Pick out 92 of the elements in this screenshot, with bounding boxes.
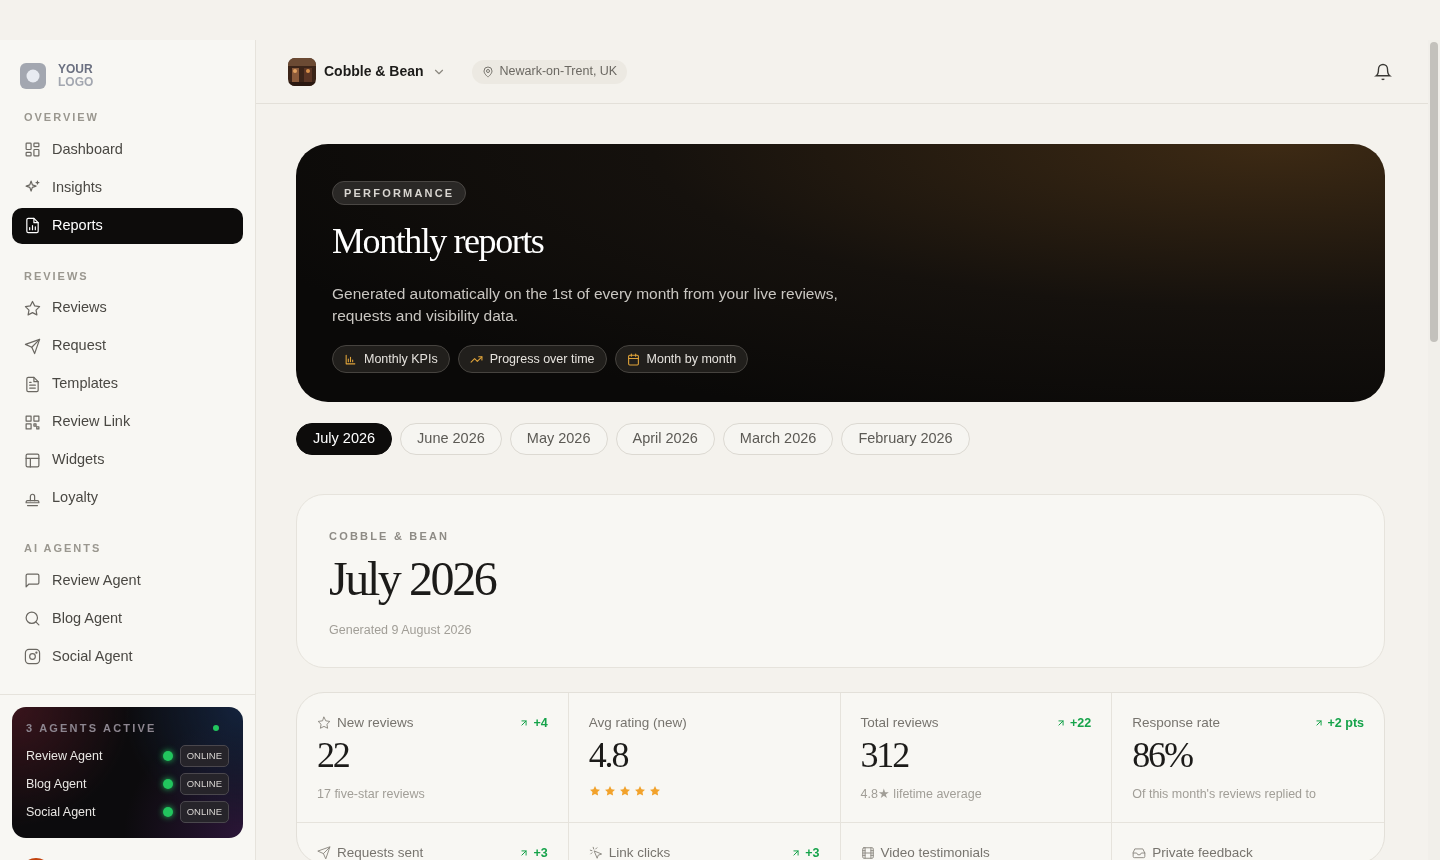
location-text: Newark-on-Trent, UK	[499, 63, 618, 81]
kpi-label: Video testimonials	[880, 843, 990, 860]
agent-name: Review Agent	[26, 747, 103, 765]
arrow-up-right-icon	[1313, 718, 1324, 728]
star-icon	[618, 785, 631, 797]
arrow-up-right-icon	[519, 718, 530, 728]
month-tab[interactable]: June 2026	[400, 423, 502, 455]
nav-item[interactable]: Reviews	[12, 290, 243, 326]
kpi-delta: +2 pts	[1313, 713, 1364, 733]
logo-text: YOUR	[58, 63, 94, 76]
feature-chip: Monthly KPIs	[332, 345, 450, 374]
star-icon	[633, 785, 646, 797]
report-icon	[24, 217, 41, 234]
agent-name: Social Agent	[26, 803, 96, 821]
logo-text: LOGO	[58, 76, 94, 89]
hero-description: Generated automatically on the 1st of every month from your live reviews, requests and visibility data.	[332, 284, 839, 327]
nav-item[interactable]: Review Agent	[12, 562, 243, 599]
nav-item[interactable]: Loyalty	[12, 480, 243, 516]
kpi-delta: +3	[519, 843, 548, 860]
nav-item[interactable]: Review Link	[12, 404, 243, 440]
generated-date: Generated 9 August 2026	[329, 621, 473, 639]
report-business: COBBLE & BEAN	[329, 529, 451, 544]
kpi-label: Private feedback	[1152, 843, 1253, 860]
kpi-delta: +22	[1056, 713, 1092, 733]
star-icon	[24, 299, 41, 317]
pointer-icon	[588, 846, 603, 860]
kpi-value: 86%	[1132, 735, 1194, 775]
category-badge: PERFORMANCE	[332, 181, 467, 206]
kpi-value: 4.8	[588, 735, 629, 775]
star-icon	[588, 785, 601, 797]
film-icon	[860, 846, 875, 860]
nav-item[interactable]: Reports	[12, 207, 243, 244]
nav-item[interactable]: Dashboard	[12, 131, 243, 168]
calendar-icon	[626, 352, 640, 366]
widgets-icon	[24, 451, 41, 469]
month-tab[interactable]: February 2026	[841, 423, 970, 455]
send-icon	[24, 337, 41, 355]
feature-chip: Progress over time	[457, 345, 607, 374]
kpi-delta: +3	[791, 843, 820, 860]
hero-title: Monthly reports	[332, 220, 545, 264]
feature-chip: Month by month	[614, 345, 749, 374]
star-icon	[317, 716, 331, 730]
document-icon	[24, 375, 41, 393]
kpi-value: 312	[860, 735, 910, 775]
month-tab[interactable]: May 2026	[509, 423, 608, 455]
kpi-label: New reviews	[337, 713, 414, 732]
kpi-label: Avg rating (new)	[588, 713, 687, 732]
send-icon	[317, 846, 331, 860]
kpi-subtext: Of this month's reviews replied to	[1132, 786, 1317, 803]
kpi-label: Requests sent	[337, 843, 424, 860]
month-tab[interactable]: July 2026	[296, 423, 393, 455]
agent-name: Blog Agent	[26, 775, 87, 793]
kpi-delta: +4	[519, 713, 548, 733]
arrow-up-right-icon	[1056, 718, 1067, 728]
month-tab[interactable]: March 2026	[722, 423, 834, 455]
kpi-label: Link clicks	[608, 843, 671, 860]
scrollbar-thumb[interactable]	[1430, 42, 1438, 342]
qr-code-icon	[24, 413, 41, 431]
status-badge: ONLINE	[179, 773, 229, 795]
notifications-icon[interactable]	[1374, 62, 1392, 81]
inbox-icon	[1132, 846, 1147, 860]
camera-icon	[24, 648, 41, 665]
arrow-up-right-icon	[519, 848, 530, 858]
nav-item[interactable]: Insights	[12, 169, 243, 206]
kpi-subtext: 17 five-star reviews	[317, 786, 426, 803]
section-heading: AI AGENTS	[23, 541, 103, 556]
logo-icon	[20, 63, 46, 89]
nav-item[interactable]: Widgets	[12, 442, 243, 478]
dashboard-icon	[24, 141, 41, 158]
nav-item[interactable]: Templates	[12, 366, 243, 402]
search-icon	[24, 610, 41, 627]
business-switcher[interactable]: Cobble & Bean	[324, 61, 446, 82]
star-icon	[603, 785, 616, 797]
status-badge: ONLINE	[179, 801, 229, 823]
chat-icon	[24, 572, 41, 589]
bar-chart-icon	[344, 352, 357, 366]
nav-item[interactable]: Social Agent	[12, 638, 243, 675]
agents-count: 3 AGENTS ACTIVE	[26, 720, 157, 736]
nav-item[interactable]: Blog Agent	[12, 600, 243, 637]
section-heading: REVIEWS	[23, 268, 90, 284]
arrow-up-right-icon	[791, 848, 802, 858]
nav-item[interactable]: Request	[12, 328, 243, 364]
location-pin-icon	[481, 65, 494, 78]
report-month: July 2026	[329, 550, 497, 607]
status-badge: ONLINE	[179, 745, 229, 767]
kpi-label: Response rate	[1132, 713, 1221, 732]
kpi-label: Total reviews	[860, 713, 939, 732]
kpi-value: 22	[317, 735, 350, 775]
star-icon	[648, 785, 661, 797]
kpi-subtext: 4.8★ lifetime average	[860, 786, 983, 803]
section-heading: OVERVIEW	[23, 110, 100, 125]
month-tab[interactable]: April 2026	[615, 423, 715, 455]
